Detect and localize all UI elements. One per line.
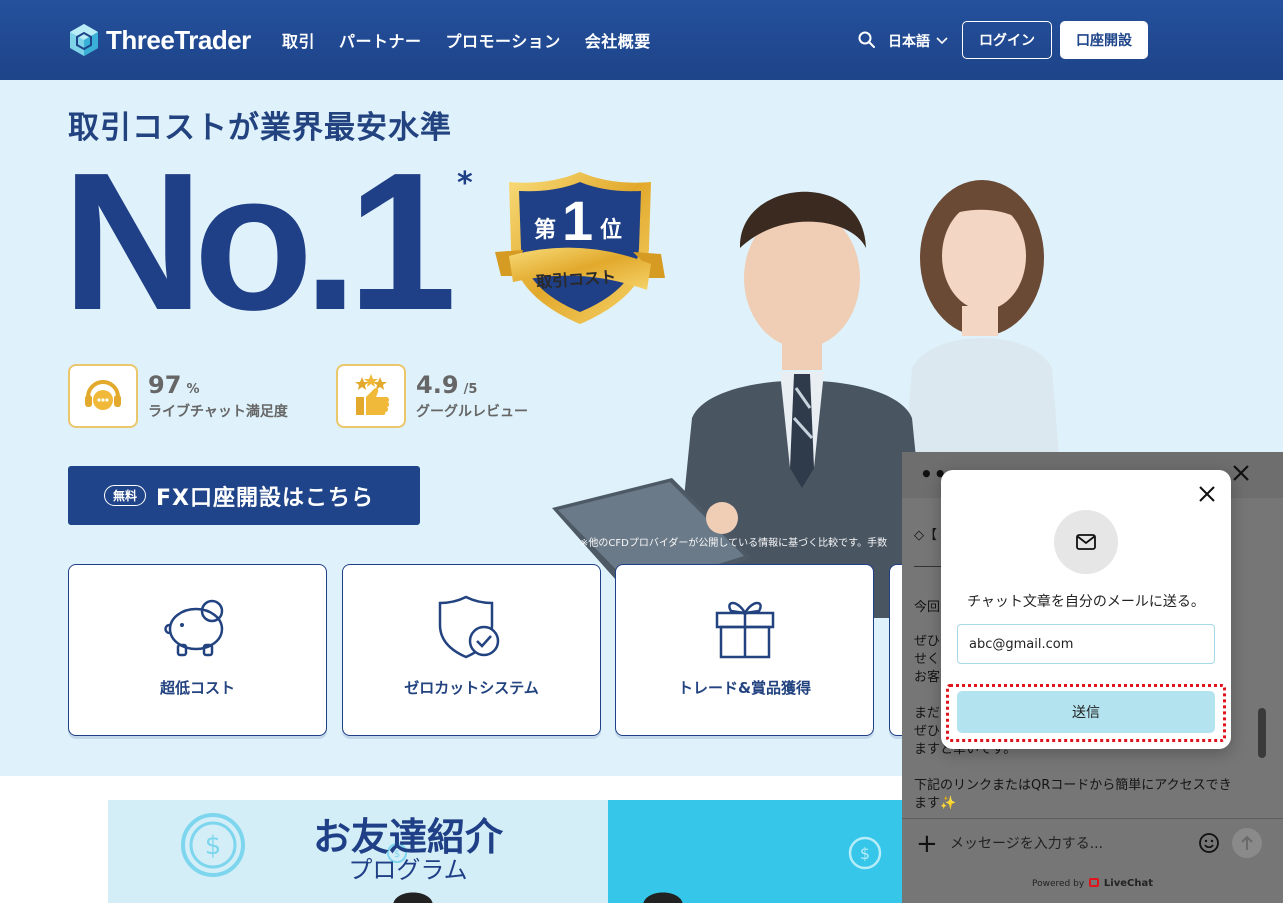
chat-message-input[interactable]: メッセージを入力する...: [950, 833, 1103, 853]
email-transcript-dialog: チャット文章を自分のメールに送る。 abc@gmail.com 送信: [941, 470, 1231, 749]
mail-icon-circle: [1054, 510, 1118, 574]
chevron-down-icon: [936, 37, 948, 45]
powered-brand: LiveChat: [1103, 878, 1153, 889]
person-illustration: [393, 892, 433, 903]
stat-unit: %: [186, 382, 200, 397]
chat-message-line: お客: [914, 670, 941, 685]
brand-logo[interactable]: ThreeTrader: [68, 22, 251, 58]
livechat-logo-icon: [1089, 878, 1100, 887]
close-icon[interactable]: [1197, 484, 1217, 504]
chat-message-line: まだ: [914, 706, 941, 721]
powered-prefix: Powered by: [1031, 879, 1085, 889]
feature-label: 超低コスト: [159, 679, 235, 697]
attach-plus-icon[interactable]: +: [916, 831, 938, 857]
emoji-icon[interactable]: [1198, 832, 1220, 854]
nav-item-promotion[interactable]: プロモーション: [446, 28, 561, 52]
language-selector[interactable]: 日本語: [888, 31, 948, 51]
nav-item-partner[interactable]: パートナー: [339, 28, 422, 52]
shield-check-icon: [438, 595, 499, 659]
person-illustration: [643, 892, 683, 903]
search-icon[interactable]: [857, 30, 877, 50]
hero-asterisk: *: [457, 166, 473, 201]
stat-google-review: 4.9 /5 グーグルレビュー: [336, 364, 528, 428]
stat-label: グーグルレビュー: [416, 404, 528, 420]
nav-item-company[interactable]: 会社概要: [585, 28, 651, 52]
feature-card-low-cost[interactable]: 超低コスト: [68, 564, 327, 736]
stat-icon-box: [336, 364, 406, 428]
chat-message-line: ます✨: [914, 796, 957, 811]
hero-disclaimer: ※他のCFDプロバイダーが公開している情報に基づく比較です。手数: [580, 538, 888, 549]
chat-scrollbar[interactable]: [1258, 708, 1266, 758]
stat-label: ライブチャット満足度: [148, 404, 288, 420]
chat-message-line: ぜひ: [914, 724, 941, 739]
thumbs-up-stars-icon: [355, 374, 390, 415]
svg-text:$: $: [860, 844, 870, 863]
login-button[interactable]: ログイン: [962, 21, 1052, 59]
chat-message-line: ◇【: [914, 528, 937, 543]
chat-message-line: 下記のリンクまたはQRコードから簡単にアクセスでき: [914, 778, 1232, 793]
feature-label: ゼロカットシステム: [404, 679, 539, 697]
logo-cube-icon: [70, 24, 98, 56]
promo-subtitle: プログラム: [348, 856, 468, 884]
dialog-message: チャット文章を自分のメールに送る。: [967, 594, 1205, 610]
arrow-up-icon: [1241, 835, 1253, 850]
email-field[interactable]: abc@gmail.com: [957, 624, 1215, 664]
mail-icon: [1076, 534, 1096, 550]
nav-item-trading[interactable]: 取引: [282, 28, 315, 52]
stat-icon-box: [68, 364, 138, 428]
coin-icon-right: $: [848, 836, 882, 870]
open-fx-account-cta[interactable]: 無料 FX口座開設はこちら: [68, 466, 420, 525]
cta-label: FX口座開設はこちら: [156, 485, 375, 511]
referral-promo-banner[interactable]: $ $ $ お友達紹介 プログラム: [108, 800, 908, 903]
free-tag: 無料: [104, 485, 147, 506]
stat-value: 4.9: [416, 371, 459, 399]
main-nav: 取引 パートナー プロモーション 会社概要: [282, 28, 651, 52]
headset-chat-icon: [85, 380, 121, 410]
chat-composer: + メッセージを入力する...: [902, 818, 1283, 866]
brand-name: ThreeTrader: [106, 24, 251, 55]
hero-no1-text: No.1: [62, 132, 457, 351]
send-message-button[interactable]: [1232, 828, 1262, 858]
close-icon[interactable]: [1230, 462, 1252, 484]
language-label: 日本語: [888, 34, 930, 50]
stat-value: 97: [148, 371, 182, 399]
piggy-bank-icon: [163, 599, 223, 657]
chat-message-line: 今回: [914, 600, 941, 615]
feature-label: トレード&賞品獲得: [677, 679, 812, 697]
powered-by-livechat[interactable]: Powered by LiveChat: [902, 878, 1283, 889]
stat-live-chat: 97 % ライブチャット満足度: [68, 364, 288, 428]
send-transcript-button[interactable]: 送信: [957, 691, 1215, 733]
site-header: ThreeTrader 取引 パートナー プロモーション 会社概要 日本語 ログ…: [0, 0, 1283, 80]
gift-icon: [715, 601, 774, 659]
stat-unit: /5: [463, 382, 478, 397]
feature-card-trade-prize[interactable]: トレード&賞品獲得: [615, 564, 874, 736]
feature-card-zero-cut[interactable]: ゼロカットシステム: [342, 564, 601, 736]
open-account-button[interactable]: 口座開設: [1060, 21, 1148, 59]
